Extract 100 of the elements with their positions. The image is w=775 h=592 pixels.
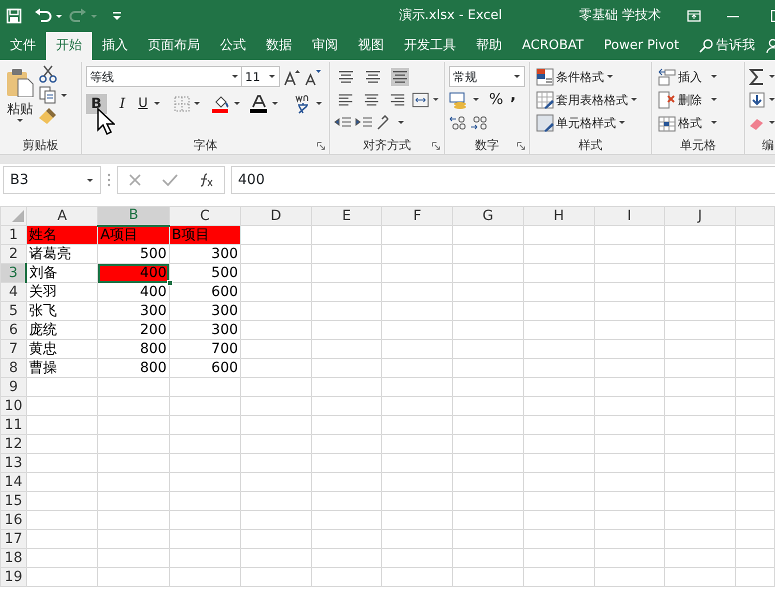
row-header[interactable]: 19 xyxy=(0,568,26,586)
row-header[interactable]: 15 xyxy=(0,492,26,510)
caret-icon[interactable] xyxy=(432,97,440,102)
save-icon[interactable] xyxy=(6,8,22,24)
caret-icon[interactable] xyxy=(55,14,63,18)
ribbon-tab[interactable]: 公式 xyxy=(210,32,256,60)
row-header[interactable]: 16 xyxy=(0,510,26,530)
tell-me-search[interactable]: 告诉我 xyxy=(689,32,766,60)
copy-icon[interactable] xyxy=(39,86,57,104)
underline-button[interactable]: U xyxy=(136,96,150,111)
row-header[interactable]: 2 xyxy=(0,244,26,264)
comma-button[interactable]: , xyxy=(508,87,518,104)
row-header[interactable]: 5 xyxy=(0,302,26,320)
drag-handle-icon[interactable] xyxy=(107,173,111,187)
cell-styles-button[interactable]: 单元格样式 xyxy=(534,112,628,132)
column-header[interactable]: B xyxy=(98,206,170,226)
customize-icon[interactable] xyxy=(112,11,122,21)
conditional-formatting-button[interactable]: 条件格式 xyxy=(534,66,616,86)
column-header[interactable]: H xyxy=(523,206,594,226)
column-header[interactable]: E xyxy=(311,206,382,226)
caret-icon[interactable] xyxy=(768,97,775,102)
name-box[interactable]: B3 xyxy=(3,166,101,194)
dialog-launcher-icon[interactable] xyxy=(432,142,440,150)
row-header[interactable]: 8 xyxy=(0,358,26,378)
row-header[interactable]: 14 xyxy=(0,472,26,492)
percent-button[interactable]: % xyxy=(487,91,506,108)
column-header[interactable]: G xyxy=(452,206,524,226)
dialog-launcher-icon[interactable] xyxy=(517,142,525,150)
caret-icon[interactable] xyxy=(397,120,405,125)
increase-font-size-icon[interactable] xyxy=(283,68,301,86)
column-header[interactable]: I xyxy=(594,206,665,226)
row-header[interactable]: 3 xyxy=(0,264,26,282)
fill-down-icon[interactable] xyxy=(749,92,765,108)
caret-icon[interactable] xyxy=(152,101,161,106)
currency-icon[interactable] xyxy=(449,90,469,108)
cell-text: 600 xyxy=(211,360,238,376)
ribbon-tab[interactable]: 视图 xyxy=(348,32,394,60)
format-painter-icon[interactable] xyxy=(39,107,57,125)
autosum-icon[interactable] xyxy=(749,68,765,84)
caret-icon[interactable] xyxy=(472,97,480,102)
ribbon-tab[interactable]: 数据 xyxy=(256,32,302,60)
cell-text: 姓名 xyxy=(28,226,57,242)
group-label: 样式 xyxy=(578,137,602,154)
dialog-launcher-icon[interactable] xyxy=(317,142,325,150)
ribbon-tab[interactable]: 文件 xyxy=(0,32,46,60)
cut-icon[interactable] xyxy=(39,65,57,83)
caret-icon[interactable] xyxy=(768,74,775,79)
caret-icon[interactable] xyxy=(192,101,201,106)
caret-icon[interactable] xyxy=(768,120,775,125)
paste-button[interactable]: 粘贴 xyxy=(4,65,36,136)
format-as-table-button[interactable]: 套用表格格式 xyxy=(534,90,640,110)
row-header[interactable]: 6 xyxy=(0,320,26,340)
caret-icon[interactable] xyxy=(60,92,68,98)
column-header[interactable]: A xyxy=(26,206,98,226)
column-header[interactable]: C xyxy=(169,206,241,226)
row-header[interactable]: 12 xyxy=(0,434,26,454)
caret-icon[interactable] xyxy=(232,101,241,106)
undo-icon[interactable] xyxy=(34,8,52,24)
ribbon-tab[interactable]: 审阅 xyxy=(302,32,348,60)
ribbon-tab[interactable]: Power Pivot xyxy=(594,32,690,60)
font-size-field[interactable]: 11 xyxy=(241,66,280,87)
person-icon[interactable] xyxy=(765,38,775,54)
insert-button[interactable]: 插入 xyxy=(656,66,720,86)
font-color-icon[interactable] xyxy=(250,94,268,112)
column-header[interactable]: D xyxy=(240,206,312,226)
row-header[interactable]: 18 xyxy=(0,548,26,568)
delete-button[interactable]: 删除 xyxy=(656,90,720,110)
ribbon-tab[interactable]: 页面布局 xyxy=(138,32,210,60)
insert-function-icon[interactable] xyxy=(198,173,214,187)
caret-icon[interactable] xyxy=(270,101,279,106)
row-header[interactable]: 13 xyxy=(0,454,26,472)
increase-decimal-icon[interactable] xyxy=(449,114,467,130)
row-header[interactable]: 7 xyxy=(0,340,26,358)
ribbon-tab[interactable]: 开发工具 xyxy=(394,32,466,60)
row-header[interactable]: 10 xyxy=(0,396,26,416)
column-header[interactable]: J xyxy=(664,206,736,226)
format-button[interactable]: 格式 xyxy=(656,112,720,132)
font-name-field[interactable]: 等线 xyxy=(86,66,243,87)
fill-color-icon[interactable] xyxy=(212,94,230,112)
row-header[interactable]: 9 xyxy=(0,378,26,396)
ribbon-display-icon[interactable] xyxy=(687,10,701,22)
italic-button[interactable]: I xyxy=(118,96,128,112)
ribbon-tab[interactable]: 开始 xyxy=(46,32,92,60)
caret-icon[interactable] xyxy=(314,101,323,106)
bottom-align-icon[interactable] xyxy=(391,68,409,86)
decrease-font-size-icon[interactable] xyxy=(304,68,322,86)
merge-icon[interactable] xyxy=(412,92,430,108)
fill-handle[interactable] xyxy=(166,280,173,286)
ribbon-tab[interactable]: 帮助 xyxy=(466,32,512,60)
formula-field[interactable]: 400 xyxy=(231,166,775,194)
column-header[interactable]: F xyxy=(382,206,453,226)
row-header[interactable]: 4 xyxy=(0,282,26,302)
row-header[interactable]: 17 xyxy=(0,530,26,548)
ribbon-tab[interactable]: ACROBAT xyxy=(512,32,594,60)
number-format-field[interactable]: 常规 xyxy=(449,66,525,87)
decrease-decimal-icon[interactable] xyxy=(470,114,488,130)
row-header[interactable]: 11 xyxy=(0,416,26,434)
bold-button[interactable]: B xyxy=(86,94,107,114)
row-header[interactable]: 1 xyxy=(0,226,26,244)
ribbon-tab[interactable]: 插入 xyxy=(92,32,138,60)
